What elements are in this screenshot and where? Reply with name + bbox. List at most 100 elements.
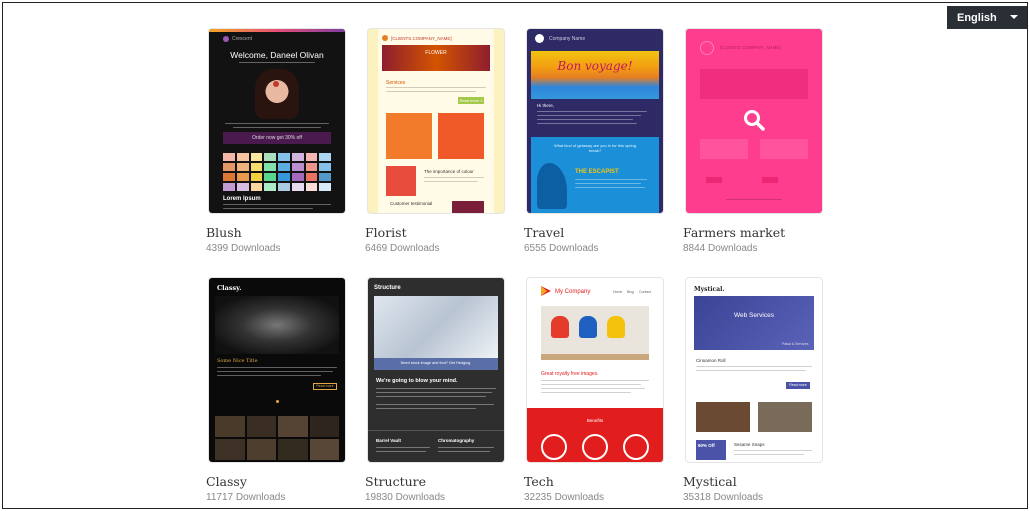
- cat-photo: [215, 296, 339, 354]
- cat-photo-right: [758, 402, 812, 432]
- template-preview-blush[interactable]: Crescent Welcome, Daneel Olivan Order no…: [209, 29, 345, 213]
- cat-photo-left: [696, 402, 750, 432]
- flower-image-left: [386, 113, 432, 159]
- template-preview-farmers-market[interactable]: [CLIENTS.COMPANY_NAME]: [686, 29, 822, 213]
- preview-hero: Bon voyage!: [557, 59, 633, 73]
- preview-text-line: [376, 408, 476, 409]
- download-count: 11717 Downloads: [206, 492, 286, 503]
- template-gallery: English Crescent Welcome, Daneel Olivan …: [2, 2, 1028, 509]
- preview-heading: Some Nice Title: [217, 358, 258, 364]
- preview-text-line: [696, 370, 806, 371]
- preview-text-line: [233, 127, 321, 128]
- color-swatch-grid: [223, 153, 331, 191]
- language-label: English: [957, 11, 997, 24]
- preview-col1: Barrel Vault: [376, 438, 402, 443]
- template-preview-tech[interactable]: My Company Home Blog Contact Great royal…: [527, 278, 663, 462]
- flower-accent: [273, 81, 279, 87]
- template-preview-mystical[interactable]: Mystical. Web Services Pakai & Services …: [686, 278, 822, 462]
- preview-offer: 60% Off: [698, 443, 715, 448]
- preview-col2: Chromatography: [438, 438, 475, 443]
- preview-hero: Web Services: [734, 312, 774, 319]
- template-preview-structure[interactable]: Structure Need stock image and font? Get…: [368, 278, 504, 462]
- footer-image: [452, 201, 484, 213]
- preview-company: My Company: [555, 289, 591, 295]
- template-name[interactable]: Farmers market: [683, 225, 785, 240]
- preview-text-line: [734, 450, 812, 451]
- preview-heading: Welcome, Daneel Olivan: [230, 50, 324, 60]
- preview-text-line: [537, 111, 647, 112]
- preview-footer: Customer testimonial: [390, 201, 433, 206]
- download-count: 6469 Downloads: [365, 243, 440, 254]
- search-icon[interactable]: [743, 109, 765, 131]
- preview-product: Sesame Snaps: [734, 442, 765, 447]
- preview-greeting: Hi there,: [537, 103, 555, 108]
- preview-text-line: [376, 388, 496, 389]
- download-count: 8844 Downloads: [683, 243, 758, 254]
- preview-button: [762, 177, 778, 183]
- preview-text-line: [696, 366, 812, 367]
- preview-article: The importance of colour: [424, 169, 474, 174]
- template-preview-travel[interactable]: Company Name Bon voyage! Hi there, What …: [527, 29, 663, 213]
- preview-text-line: [575, 183, 641, 184]
- template-name[interactable]: Mystical: [683, 474, 737, 489]
- column-right: [760, 139, 808, 159]
- preview-text-line: [424, 181, 478, 182]
- preview-text-line: [541, 380, 649, 381]
- preview-text-line: [438, 447, 494, 448]
- portrait-image: [255, 69, 299, 119]
- flower-banner: [382, 45, 490, 71]
- preview-text-line: [726, 199, 782, 200]
- preview-brand: Crescent: [232, 36, 253, 42]
- template-name[interactable]: Tech: [524, 474, 554, 489]
- logo-icon: [535, 34, 544, 43]
- template-name[interactable]: Florist: [365, 225, 407, 240]
- template-name[interactable]: Structure: [365, 474, 426, 489]
- preview-text-line: [217, 367, 337, 368]
- logo-icon: [541, 286, 551, 296]
- preview-item: Cinnamon Roll: [696, 358, 726, 363]
- preview-text-line: [541, 384, 641, 385]
- preview-heading: We're going to blow your mind.: [376, 378, 458, 384]
- chevron-down-icon: [1010, 15, 1018, 19]
- preview-text-line: [537, 123, 637, 124]
- preview-text-line: [575, 179, 647, 180]
- yellow-chair: [607, 316, 625, 338]
- preview-text-line: [376, 447, 430, 448]
- preview-heading: Great royalty free images.: [541, 371, 599, 377]
- preview-nav-contact: Contact: [639, 290, 652, 294]
- preview-cta: Order now get 30% off: [252, 135, 302, 141]
- preview-brand: Structure: [374, 285, 401, 291]
- preview-text-line: [239, 62, 315, 63]
- template-name[interactable]: Classy: [206, 474, 247, 489]
- preview-text-line: [541, 392, 631, 393]
- template-preview-florist[interactable]: [CLIENTS.COMPANY_NAME] FLOWER Services R…: [368, 29, 504, 213]
- preview-text-line: [537, 115, 641, 116]
- logo-icon: [382, 35, 388, 41]
- template-name[interactable]: Blush: [206, 225, 242, 240]
- column-left: [700, 139, 748, 159]
- preview-button: [706, 177, 722, 183]
- chat-icon: [623, 434, 649, 460]
- floor: [541, 354, 649, 360]
- preview-question: What kind of getaway are you in for this…: [553, 143, 637, 153]
- preview-badge: Pakai & Services: [782, 342, 809, 346]
- language-selector[interactable]: English: [947, 6, 1027, 29]
- bouquet-image: [386, 166, 416, 196]
- top-accent-bar: [209, 29, 345, 32]
- preview-subheading: Lorem Ipsum: [223, 196, 261, 202]
- preview-section: Services: [386, 80, 406, 86]
- preview-brand: Mystical.: [694, 286, 725, 293]
- preview-caption: Need stock image and font? Get Hedging.: [400, 361, 472, 365]
- preview-nav-blog: Blog: [627, 290, 635, 294]
- preview-text-line: [225, 123, 329, 124]
- template-preview-classy[interactable]: Classy. Some Nice Title Read more: [209, 278, 345, 462]
- preview-text-line: [537, 119, 633, 120]
- preview-section: Benefits: [586, 418, 604, 423]
- divider: [368, 430, 504, 431]
- preview-text-line: [376, 396, 486, 397]
- download-count: 19830 Downloads: [365, 492, 446, 503]
- download-count: 6555 Downloads: [524, 243, 599, 254]
- template-name[interactable]: Travel: [524, 225, 564, 240]
- phone-icon: [582, 434, 608, 460]
- logo-icon: [223, 36, 229, 42]
